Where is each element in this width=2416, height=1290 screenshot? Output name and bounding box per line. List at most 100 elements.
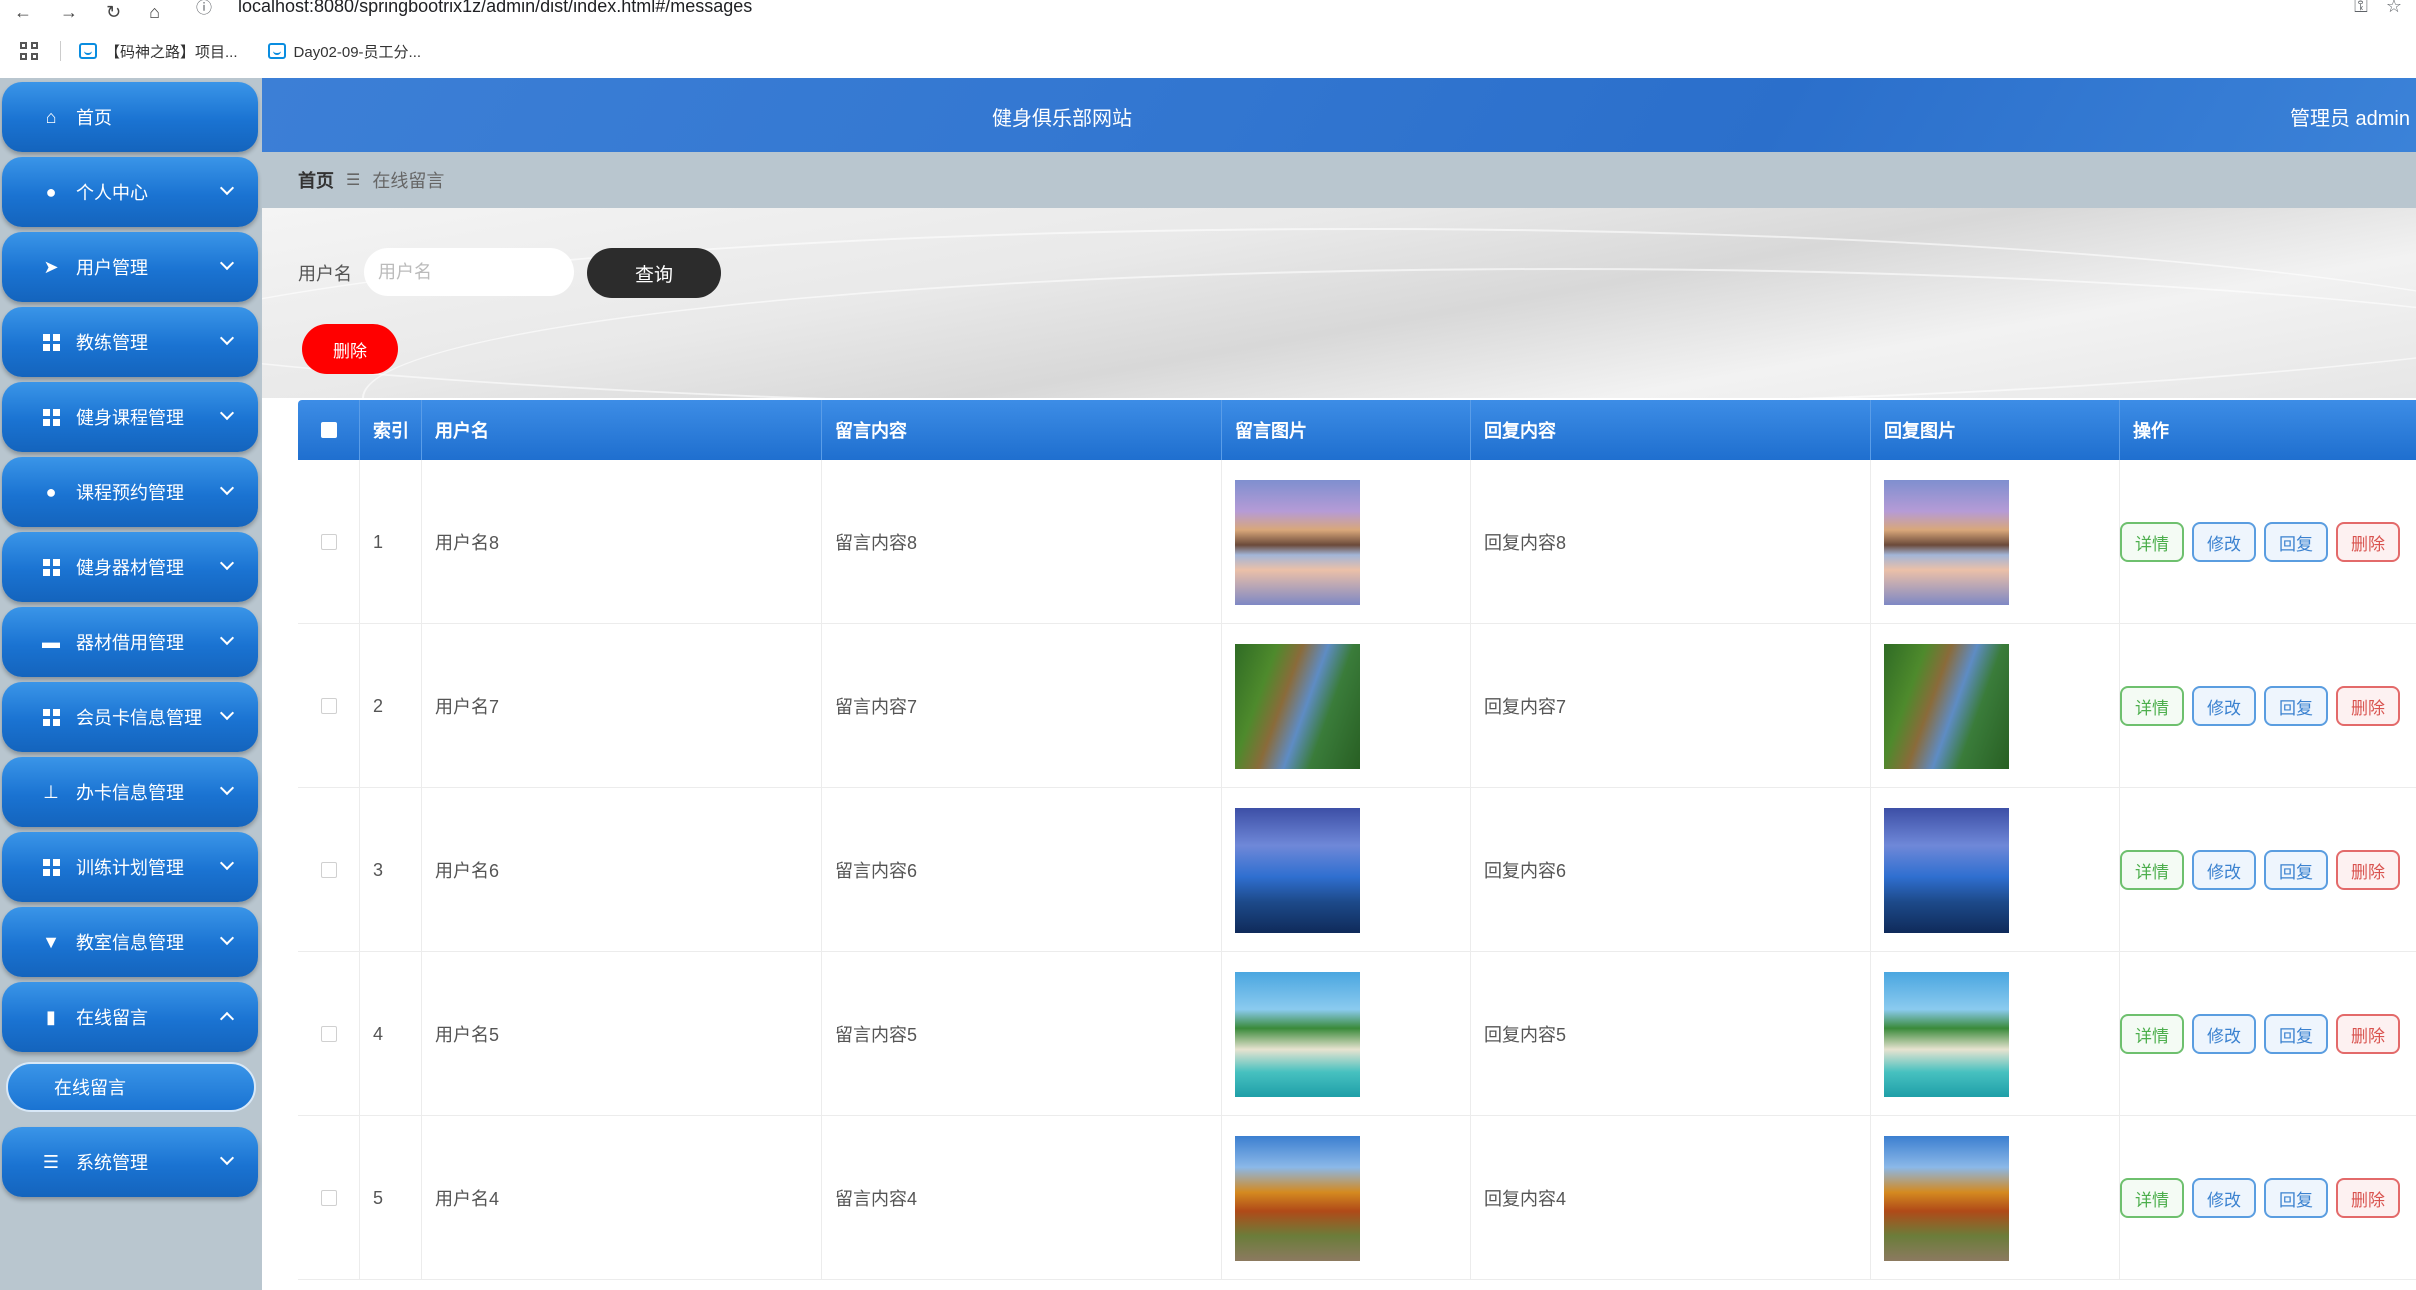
sidebar-item-training-plans[interactable]: 训练计划管理	[2, 832, 258, 902]
sidebar-item-card-applications[interactable]: ⊥ 办卡信息管理	[2, 757, 258, 827]
batch-delete-button[interactable]: 删除	[302, 324, 398, 374]
edit-button[interactable]: 修改	[2192, 522, 2256, 562]
sidebar-item-coaches[interactable]: 教练管理	[2, 307, 258, 377]
table-row: 4 用户名5 留言内容5 回复内容5 详情 修改 回复 删除	[298, 952, 2416, 1116]
username-cell: 用户名5	[422, 952, 822, 1116]
chevron-down-icon	[219, 705, 235, 721]
reload-icon[interactable]: ↻	[106, 2, 121, 23]
reply-cell: 回复内容6	[1471, 788, 1871, 952]
submenu-item-messages[interactable]: 在线留言	[6, 1062, 256, 1112]
index-cell: 4	[360, 952, 422, 1116]
site-info-icon[interactable]: ⓘ	[196, 0, 212, 18]
row-checkbox[interactable]	[320, 1026, 337, 1042]
detail-button[interactable]: 详情	[2120, 1178, 2184, 1218]
chevron-down-icon	[219, 930, 235, 946]
grid-icon	[40, 331, 62, 353]
chevron-down-icon	[219, 630, 235, 646]
reply-image-cell	[1871, 788, 2120, 952]
row-checkbox[interactable]	[320, 862, 337, 878]
home-browser-icon[interactable]: ⌂	[149, 2, 160, 23]
sidebar-item-membership-cards[interactable]: 会员卡信息管理	[2, 682, 258, 752]
detail-button[interactable]: 详情	[2120, 686, 2184, 726]
bilibili-icon	[267, 43, 286, 59]
back-icon[interactable]: ←	[14, 2, 32, 23]
reply-cell: 回复内容7	[1471, 624, 1871, 788]
search-button[interactable]: 查询	[587, 248, 721, 298]
reply-image[interactable]	[1884, 1135, 2009, 1261]
reply-button[interactable]: 回复	[2264, 522, 2328, 562]
forward-icon[interactable]: →	[60, 2, 78, 23]
chevron-down-icon	[219, 255, 235, 271]
delete-button[interactable]: 删除	[2336, 850, 2400, 890]
message-image[interactable]	[1235, 643, 1360, 769]
detail-button[interactable]: 详情	[2120, 850, 2184, 890]
admin-user[interactable]: 管理员 admin	[2290, 102, 2410, 131]
sidebar-item-label: 用户管理	[76, 258, 148, 278]
index-cell: 1	[360, 460, 422, 624]
message-image[interactable]	[1235, 1135, 1360, 1261]
delete-button[interactable]: 删除	[2336, 1014, 2400, 1054]
edit-button[interactable]: 修改	[2192, 850, 2256, 890]
delete-button[interactable]: 删除	[2336, 522, 2400, 562]
index-cell: 2	[360, 624, 422, 788]
table-row: 3 用户名6 留言内容6 回复内容6 详情 修改 回复 删除	[298, 788, 2416, 952]
reply-button[interactable]: 回复	[2264, 1014, 2328, 1054]
sidebar-item-messages[interactable]: ▮ 在线留言	[2, 982, 258, 1052]
reply-image[interactable]	[1884, 479, 2009, 605]
edit-button[interactable]: 修改	[2192, 1178, 2256, 1218]
delete-button[interactable]: 删除	[2336, 686, 2400, 726]
index-cell: 3	[360, 788, 422, 952]
checkbox-cell	[298, 788, 360, 952]
sidebar-item-equipment[interactable]: 健身器材管理	[2, 532, 258, 602]
row-checkbox[interactable]	[320, 698, 337, 714]
username-search-input[interactable]	[364, 248, 574, 296]
row-checkbox[interactable]	[320, 1190, 337, 1206]
grid-icon	[40, 406, 62, 428]
decorative-backdrop	[262, 208, 2416, 398]
grid-icon	[40, 556, 62, 578]
edit-button[interactable]: 修改	[2192, 1014, 2256, 1054]
list-icon: ☰	[42, 1151, 60, 1172]
key-icon[interactable]: ⚿	[2354, 0, 2368, 17]
reply-button[interactable]: 回复	[2264, 1178, 2328, 1218]
reply-image[interactable]	[1884, 971, 2009, 1097]
bookmark-item[interactable]: 【码神之路】项目...	[79, 41, 238, 62]
sidebar-item-profile[interactable]: ● 个人中心	[2, 157, 258, 227]
sidebar-item-classrooms[interactable]: ▼ 教室信息管理	[2, 907, 258, 977]
breadcrumb-current: 在线留言	[372, 171, 445, 191]
grid-icon	[40, 856, 62, 878]
column-header: 留言图片	[1222, 400, 1471, 460]
bookmark-item[interactable]: Day02-09-员工分...	[267, 41, 421, 62]
detail-button[interactable]: 详情	[2120, 522, 2184, 562]
sidebar-item-home[interactable]: ⌂ 首页	[2, 82, 258, 152]
apps-icon[interactable]	[20, 42, 38, 60]
chevron-down-icon	[219, 180, 235, 196]
checkbox-cell	[298, 624, 360, 788]
sidebar-item-bookings[interactable]: ● 课程预约管理	[2, 457, 258, 527]
chevron-down-icon	[219, 855, 235, 871]
sidebar-item-users[interactable]: ➤ 用户管理	[2, 232, 258, 302]
edit-button[interactable]: 修改	[2192, 686, 2256, 726]
sidebar-item-label: 训练计划管理	[76, 858, 184, 878]
breadcrumb-home[interactable]: 首页	[298, 167, 334, 193]
row-checkbox[interactable]	[320, 534, 337, 550]
message-image[interactable]	[1235, 807, 1360, 933]
reply-button[interactable]: 回复	[2264, 850, 2328, 890]
reply-image-cell	[1871, 1116, 2120, 1280]
star-icon[interactable]: ☆	[2386, 0, 2402, 17]
sidebar-item-courses[interactable]: 健身课程管理	[2, 382, 258, 452]
reply-button[interactable]: 回复	[2264, 686, 2328, 726]
url-text[interactable]: localhost:8080/springbootrix1z/admin/dis…	[238, 0, 752, 17]
sidebar-item-equipment-borrow[interactable]: ▬ 器材借用管理	[2, 607, 258, 677]
select-all-checkbox[interactable]	[320, 422, 337, 438]
bilibili-icon	[79, 43, 97, 59]
detail-button[interactable]: 详情	[2120, 1014, 2184, 1054]
message-image[interactable]	[1235, 971, 1360, 1097]
sidebar-item-label: 在线留言	[76, 1008, 148, 1028]
reply-image[interactable]	[1884, 643, 2009, 769]
sidebar-item-system[interactable]: ☰ 系统管理	[2, 1127, 258, 1197]
reply-image[interactable]	[1884, 807, 2009, 933]
delete-button[interactable]: 删除	[2336, 1178, 2400, 1218]
bookmark-label: 【码神之路】项目...	[105, 43, 238, 61]
message-image[interactable]	[1235, 479, 1360, 605]
